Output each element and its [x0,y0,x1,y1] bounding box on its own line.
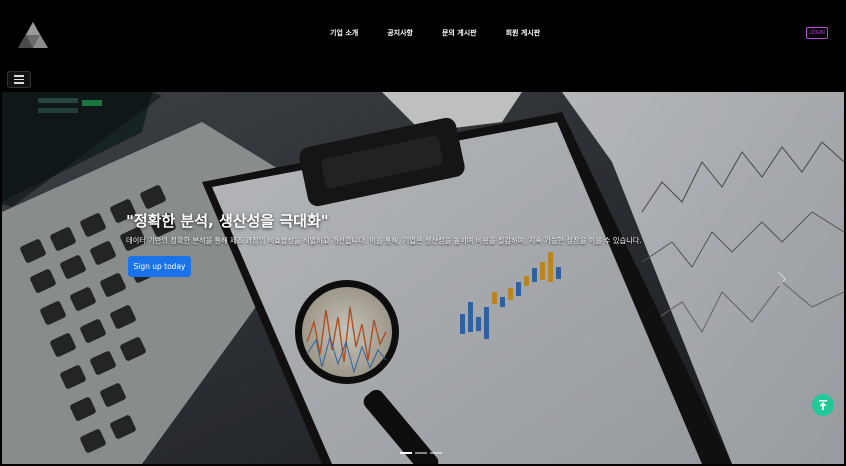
logo-triangle-icon[interactable] [16,20,50,50]
hero-carousel: "정확한 분석, 생산성을 극대화" 데이터 기반의 정확한 분석을 통해 제조… [2,92,844,464]
carousel-indicator[interactable] [415,452,427,454]
scroll-top-button[interactable] [812,394,834,416]
hero-background-image [2,92,844,464]
login-button[interactable]: LOGIN [806,27,828,39]
hero-description: 데이터 기반의 정확한 분석을 통해 제조 과정의 비효율성을 식별하고 개선합… [126,236,642,245]
header: 기업 소개 공지사항 문의 게시판 회원 게시판 LOGIN [0,0,846,92]
carousel-indicator[interactable] [400,452,412,454]
carousel-indicator[interactable] [430,452,442,454]
page: 기업 소개 공지사항 문의 게시판 회원 게시판 LOGIN "정확한 분석, … [0,0,846,466]
hamburger-icon[interactable] [7,71,31,88]
sign-up-button[interactable]: Sign up today [128,256,191,277]
hero-title: "정확한 분석, 생산성을 극대화" [126,212,329,230]
nav-item-members[interactable]: 회원 게시판 [502,28,545,38]
carousel-indicators [400,452,442,454]
nav-item-inquiry[interactable]: 문의 게시판 [438,28,481,38]
main-nav: 기업 소개 공지사항 문의 게시판 회원 게시판 [326,28,565,38]
nav-item-about[interactable]: 기업 소개 [326,28,362,38]
nav-item-notice[interactable]: 공지사항 [383,28,417,38]
arrow-up-icon [819,400,827,410]
